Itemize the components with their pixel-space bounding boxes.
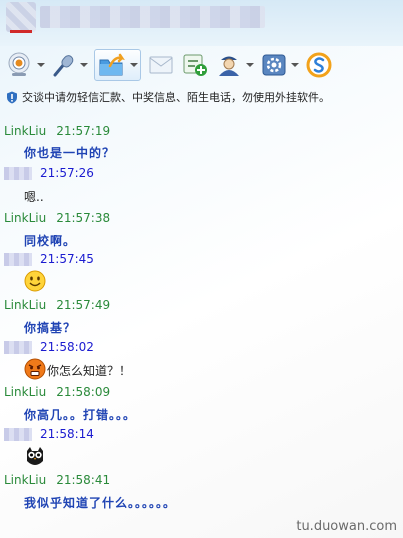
add-contact-icon: [183, 54, 207, 76]
smile-emoji: [24, 270, 46, 292]
send-file-icon: [99, 53, 125, 76]
message-time: 21:58:09: [56, 385, 111, 399]
app-settings-icon: [262, 54, 286, 76]
sender-name[interactable]: LinkLiu: [4, 124, 46, 138]
message-time: 21:57:26: [40, 166, 94, 180]
message-text: 你搞基？: [24, 321, 77, 335]
shocked-emoji: [24, 358, 46, 380]
voice-menu-caret[interactable]: [80, 63, 88, 67]
message-header: LinkLiu 21:58:09: [4, 385, 110, 399]
sender-name[interactable]: LinkLiu: [4, 211, 46, 225]
contact-title-blurred: [40, 6, 265, 28]
user-card-button[interactable]: [215, 50, 254, 80]
shield-icon: [7, 91, 17, 103]
message-text: 同校啊。: [24, 234, 77, 248]
security-notice: 交谈中请勿轻信汇款、中奖信息、陌生电话，勿使用外挂软件。: [6, 88, 396, 106]
message-time: 21:58:02: [40, 340, 94, 354]
webcam-menu-caret[interactable]: [37, 63, 45, 67]
message-time: 21:57:49: [56, 298, 111, 312]
search-s-button[interactable]: [305, 50, 333, 80]
title-bar: [0, 0, 403, 46]
user-card-menu-caret[interactable]: [246, 63, 254, 67]
send-file-button[interactable]: [94, 49, 141, 81]
message-header: 21:58:02: [4, 340, 94, 354]
my-name-blurred: [4, 427, 32, 441]
site-watermark: tu.duowan.com: [296, 519, 397, 534]
message-text: 你怎么知道？！: [47, 364, 132, 378]
message-header: 21:57:26: [4, 166, 94, 180]
message-time: 21:57:19: [56, 124, 111, 138]
owl-emoji: [27, 447, 43, 465]
sender-name[interactable]: LinkLiu: [4, 298, 46, 312]
message-text: 嗯..: [24, 190, 44, 204]
microphone-icon: [53, 55, 74, 77]
add-contact-button[interactable]: [181, 50, 209, 80]
message-button[interactable]: [147, 50, 175, 80]
message-time: 21:57:45: [40, 252, 94, 266]
app-settings-menu-caret[interactable]: [291, 63, 299, 67]
message-text: 你也是一中的？: [24, 146, 116, 160]
message-time: 21:58:14: [40, 427, 94, 441]
message-text: 你高几。。打错。。。: [24, 408, 137, 422]
my-name-blurred: [4, 340, 32, 354]
message-text: 我似乎知道了什么。。。。。。: [24, 496, 177, 510]
my-name-blurred: [4, 252, 32, 266]
message-header: LinkLiu 21:57:49: [4, 298, 110, 312]
app-settings-button[interactable]: [260, 50, 299, 80]
message-header: LinkLiu 21:57:38: [4, 211, 110, 225]
sender-name[interactable]: LinkLiu: [4, 385, 46, 399]
webcam-button[interactable]: [6, 50, 45, 80]
message-time: 21:58:41: [56, 473, 111, 487]
status-bar-mark: [10, 30, 32, 33]
send-file-menu-caret[interactable]: [130, 63, 138, 67]
message-header: LinkLiu 21:58:41: [4, 473, 110, 487]
sender-name[interactable]: LinkLiu: [4, 473, 46, 487]
webcam-icon: [8, 52, 30, 76]
search-s-icon: [306, 52, 332, 78]
contact-avatar[interactable]: [6, 2, 36, 32]
message-header: LinkLiu 21:57:19: [4, 124, 110, 138]
message-header: 21:58:14: [4, 427, 94, 441]
my-name-blurred: [4, 166, 32, 180]
voice-button[interactable]: [51, 50, 88, 80]
message-header: 21:57:45: [4, 252, 94, 266]
chat-toolbar: [6, 48, 396, 82]
message-icon: [149, 56, 173, 74]
user-card-icon: [219, 56, 239, 76]
security-notice-text: 交谈中请勿轻信汇款、中奖信息、陌生电话，勿使用外挂软件。: [22, 91, 330, 104]
message-time: 21:57:38: [56, 211, 111, 225]
